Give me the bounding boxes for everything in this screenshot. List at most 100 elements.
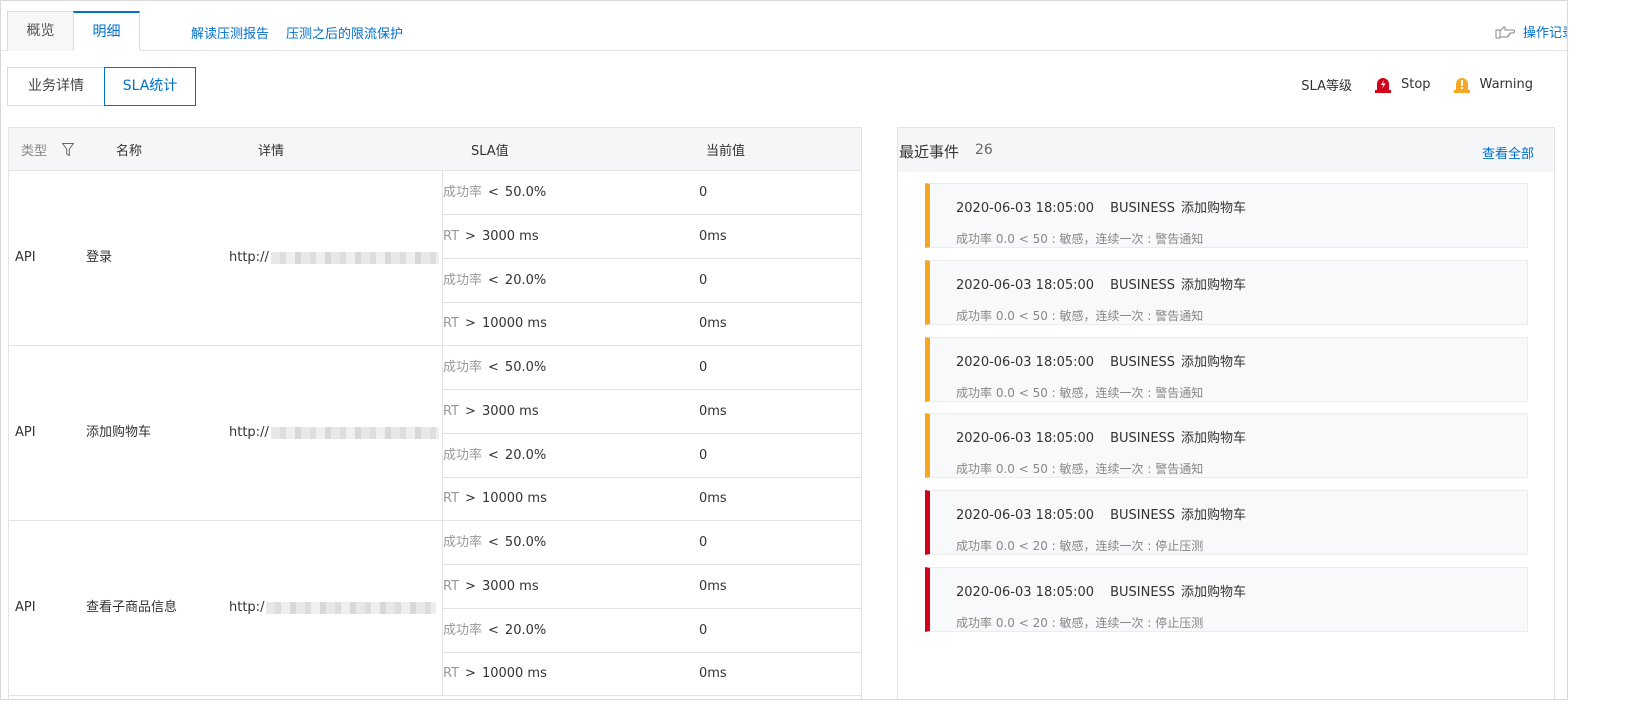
sla-operator: < bbox=[488, 272, 499, 288]
sla-metric: 成功率 bbox=[443, 272, 483, 288]
cell-current-value: 0ms bbox=[699, 403, 727, 419]
url-prefix: http:// bbox=[229, 250, 269, 265]
table-row: RT >10000 ms 0ms bbox=[443, 302, 861, 347]
event-header: 2020-06-03 18:05:00 BUSINESS 添加购物车 bbox=[956, 504, 1246, 523]
cell-sla-value: RT >3000 ms bbox=[443, 390, 539, 434]
event-scope: BUSINESS bbox=[1110, 508, 1176, 524]
table-row: RT >10000 ms 0ms bbox=[443, 477, 861, 522]
sla-subrows: 成功率 <50.0% 0 RT >3000 ms 0ms 成功率 <20.0% 0 RT >1000… bbox=[442, 346, 861, 522]
sla-subrows: 成功率 <50.0% 0 RT >3000 ms 0ms 成功率 <20.0% 0 RT >1000… bbox=[442, 171, 861, 347]
warning-alarm-icon bbox=[1453, 78, 1470, 93]
cell-current-value: 0ms bbox=[699, 228, 727, 244]
recent-events-panel: 最近事件 26 查看全部 2020-06-03 18:05:00 BUSINESS… bbox=[897, 127, 1555, 699]
event-description: 成功率 0.0 < 50 : 敏感，连续一次 : 警告通知 bbox=[956, 385, 1204, 400]
redacted-url bbox=[270, 426, 439, 439]
event-time: 2020-06-03 18:05:00 bbox=[956, 354, 1095, 370]
header-detail: 详情 bbox=[258, 144, 285, 159]
tab-overview[interactable]: 概览 bbox=[7, 11, 74, 51]
sla-threshold: 10000 ms bbox=[481, 666, 547, 682]
sla-operator: > bbox=[465, 491, 476, 507]
sla-metric: RT bbox=[443, 403, 460, 419]
cell-sla-value: 成功率 <20.0% bbox=[443, 609, 546, 653]
cell-name: 登录 bbox=[86, 250, 113, 265]
table-row-group: API登录http://..成功率<50.0%0RT>3000 ms0ms成功率… bbox=[9, 171, 861, 347]
tab-sla-stats[interactable]: SLA统计 bbox=[104, 67, 196, 106]
sla-level-label: SLA等级 bbox=[1301, 79, 1352, 94]
table-row: RT >10000 ms 0ms bbox=[443, 652, 861, 697]
cell-detail-url: http:/ bbox=[229, 521, 439, 695]
event-item[interactable]: 2020-06-03 18:05:00 BUSINESS 添加购物车 成功率 0.0 … bbox=[925, 490, 1528, 556]
filter-icon[interactable] bbox=[62, 143, 74, 157]
cell-current-value: 0ms bbox=[699, 316, 727, 332]
event-time: 2020-06-03 18:05:00 bbox=[956, 508, 1095, 524]
sla-metric: 成功率 bbox=[443, 622, 483, 638]
cell-current-value: 0 bbox=[699, 272, 708, 288]
sla-operator: < bbox=[488, 535, 499, 550]
cell-sla-value: RT >10000 ms bbox=[443, 302, 547, 346]
operation-log-label: 操作记录 bbox=[1522, 26, 1567, 41]
events-count: 26 bbox=[975, 142, 993, 158]
tab-detail[interactable]: 明细 bbox=[73, 11, 140, 51]
sla-metric: RT bbox=[443, 491, 460, 507]
sla-operator: < bbox=[488, 622, 499, 638]
sla-operator: > bbox=[465, 316, 476, 332]
redacted-url bbox=[266, 601, 437, 614]
table-row: 成功率 <50.0% 0 bbox=[443, 346, 861, 390]
legend-warning: Warning bbox=[1453, 76, 1533, 93]
cell-sla-value: 成功率 <50.0% bbox=[443, 171, 546, 215]
table-row: RT >3000 ms 0ms bbox=[443, 565, 861, 609]
event-scope: BUSINESS bbox=[1110, 354, 1176, 370]
cell-sla-value: RT >10000 ms bbox=[443, 477, 547, 521]
cell-name: 查看子商品信息 bbox=[86, 600, 178, 615]
event-header: 2020-06-03 18:05:00 BUSINESS 添加购物车 bbox=[956, 581, 1246, 600]
cell-type: API bbox=[15, 425, 36, 440]
cell-sla-value: RT >10000 ms bbox=[443, 652, 547, 696]
page-frame: 概览 明细 解读压测报告 压测之后的限流保护 操作记录 业务详情 SLA统计 S… bbox=[0, 0, 1568, 700]
event-item[interactable]: 2020-06-03 18:05:00 BUSINESS 添加购物车 成功率 0.0 … bbox=[925, 567, 1528, 632]
header-name: 名称 bbox=[116, 144, 143, 159]
redacted-url bbox=[270, 251, 439, 264]
event-item[interactable]: 2020-06-03 18:05:00 BUSINESS 添加购物车 成功率 0.0 … bbox=[925, 259, 1528, 325]
event-item[interactable]: 2020-06-03 18:05:00 BUSINESS 添加购物车 成功率 0.0 … bbox=[925, 413, 1528, 479]
table-row: 成功率 <50.0% 0 bbox=[443, 521, 861, 565]
view-all-events-link[interactable]: 查看全部 bbox=[1482, 143, 1534, 162]
sla-level-legend: SLA等级 Stop Warning bbox=[1301, 75, 1533, 94]
cell-sla-value: 成功率 <50.0% bbox=[443, 346, 546, 390]
cell-type: API bbox=[15, 600, 36, 615]
sla-threshold: 3000 ms bbox=[481, 578, 539, 594]
sla-subrows: 成功率 <50.0% 0 RT >3000 ms 0ms 成功率 <20.0% 0 RT >1000… bbox=[442, 521, 861, 697]
event-item[interactable]: 2020-06-03 18:05:00 BUSINESS 添加购物车 成功率 0.0 … bbox=[925, 336, 1528, 402]
cell-current-value: 0ms bbox=[699, 491, 727, 507]
sla-threshold: 20.0% bbox=[504, 272, 547, 288]
cell-current-value: 0ms bbox=[699, 666, 727, 682]
read-report-link[interactable]: 解读压测报告 bbox=[191, 23, 269, 42]
event-header: 2020-06-03 18:05:00 BUSINESS 添加购物车 bbox=[956, 427, 1246, 446]
header-current-value: 当前值 bbox=[706, 144, 746, 159]
table-row: 成功率 <20.0% 0 bbox=[443, 434, 861, 478]
tab-business-detail[interactable]: 业务详情 bbox=[7, 67, 105, 106]
sla-threshold: 3000 ms bbox=[481, 403, 539, 419]
cell-name: 添加购物车 bbox=[86, 425, 152, 440]
table-row-group: API 添加购物车 http://成功率 <50.0% 0 RT >3000 ms 0ms 成功… bbox=[9, 346, 861, 522]
event-description: 成功率 0.0 < 20 : 敏感，连续一次 : 停止压测 bbox=[956, 539, 1204, 554]
sla-threshold: 50.0% bbox=[504, 360, 547, 375]
event-scope: BUSINESS bbox=[1110, 585, 1176, 600]
table-row: RT >3000 ms 0ms bbox=[443, 215, 861, 259]
event-api-name: 添加购物车 bbox=[1181, 431, 1247, 447]
sla-metric: 成功率 bbox=[443, 185, 483, 200]
event-scope: BUSINESS bbox=[1110, 431, 1176, 447]
event-header: 2020-06-03 18:05:00 BUSINESS 添加购物车 bbox=[956, 351, 1246, 370]
sla-operator: < bbox=[488, 447, 499, 463]
sla-metric: 成功率 bbox=[443, 360, 483, 375]
legend-stop: Stop bbox=[1374, 76, 1431, 93]
sla-threshold: 20.0% bbox=[504, 447, 547, 463]
table-row-group: API 查看子商品信息 http:/成功率 <50.0% 0 RT >3000 ms 0ms 成… bbox=[9, 521, 861, 697]
cell-type: API bbox=[15, 250, 36, 265]
operation-log-link[interactable]: 操作记录 bbox=[1495, 22, 1567, 41]
rate-limit-link[interactable]: 压测之后的限流保护 bbox=[286, 23, 403, 42]
sla-operator: < bbox=[488, 185, 499, 200]
legend-stop-label: Stop bbox=[1400, 77, 1431, 92]
sla-threshold: 10000 ms bbox=[481, 491, 547, 507]
cell-current-value: 0ms bbox=[699, 578, 727, 594]
event-item[interactable]: 2020-06-03 18:05:00 BUSINESS 添加购物车 成功率 0.0 … bbox=[925, 183, 1528, 248]
